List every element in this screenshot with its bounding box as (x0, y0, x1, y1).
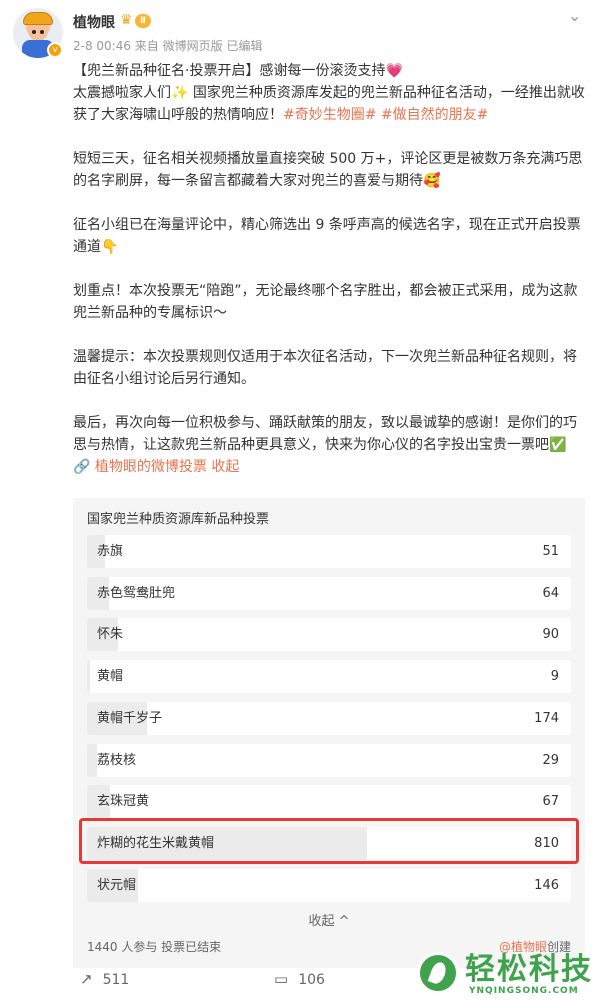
vote-option-count: 67 (542, 794, 559, 810)
post-paragraph: 最后，再次向每一位积极参与、踊跃献策的朋友，致以最诚挚的感谢！是你们的巧思与热情… (73, 412, 588, 456)
share-icon: ↗ (80, 970, 93, 988)
verified-badge-icon: v (47, 42, 63, 58)
vote-option-label: 黄帽 (97, 669, 124, 685)
post-paragraph: 🔗 植物眼的微博投票 收起 (73, 456, 588, 478)
post-paragraph: 短短三天，征名相关视频播放量直接突破 500 万+，评论区更是被数万条充满巧思的… (73, 148, 588, 192)
vote-option[interactable]: 黄帽千岁子 174 (87, 701, 571, 735)
post-paragraph: 温馨提示：本次投票规则仅适用于本次征名活动，下一次兜兰新品种征名规则，将由征名小… (73, 346, 588, 390)
avatar-eye (32, 30, 36, 34)
vote-option-count: 29 (542, 752, 559, 768)
vote-option-count: 174 (534, 710, 559, 726)
vote-option[interactable]: 赤色鸳鸯肚兜 64 (87, 576, 571, 610)
comment-count: 106 (298, 972, 325, 988)
post-text-span: 征名小组已在海量评论中，精心筛选出 9 条呼声高的候选名字，现在正式开启投票通道… (73, 217, 581, 255)
level-badge: Ⅱ (135, 14, 151, 28)
avatar-face (28, 25, 48, 41)
vote-option-count: 9 (550, 669, 559, 685)
highlight-box (79, 818, 579, 864)
vote-option[interactable]: 怀朱 90 (87, 618, 571, 652)
vote-option-bar (87, 660, 91, 694)
vote-option-label: 荔枝核 (97, 752, 137, 768)
vote-option-label: 玄珠冠黄 (97, 794, 150, 810)
comment-button[interactable]: ▭ 106 (274, 970, 325, 988)
vote-option-label: 怀朱 (97, 627, 124, 643)
vote-title: 国家兜兰种质资源库新品种投票 (87, 512, 270, 527)
comment-icon: ▭ (274, 970, 289, 988)
vote-option-label: 赤旗 (97, 544, 124, 559)
vote-option-label: 状元帽 (97, 877, 137, 893)
post-meta: 2-8 00:46 来自 微博网页版 已编辑 (73, 39, 263, 53)
watermark-sub: YNQINGSONG.COM (469, 986, 579, 996)
watermark-text: 轻松科技 (465, 952, 593, 987)
post-text-span: 💗 (385, 63, 403, 79)
post-text: 【兜兰新品种征名·投票开启】感谢每一份滚烫支持💗 太震撼啦家人们✨ 国家兜兰种质资… (73, 60, 588, 478)
hashtag-link[interactable]: #奇妙生物圈# (283, 107, 376, 123)
repost-button[interactable]: ↗ 511 (80, 970, 129, 988)
vote-card: 国家兜兰种质资源库新品种投票 赤旗 51 赤色鸳鸯肚兜 64 怀朱 90 黄帽 9 黄帽千岁子 1… (73, 498, 585, 968)
vote-option-count: 146 (534, 877, 559, 893)
post-paragraph: 征名小组已在海量评论中，精心筛选出 9 条呼声高的候选名字，现在正式开启投票通道… (73, 214, 588, 258)
vote-option-label: 黄帽千岁子 (97, 710, 163, 726)
post-text-span: 最后，再次向每一位积极参与、踊跃献策的朋友，致以最诚挚的感谢！是你们的巧思与热情… (73, 415, 577, 453)
post-text-span: 【兜兰新品种征名·投票开启】感谢每一份滚烫支持 (73, 63, 386, 79)
avatar-hat (23, 12, 53, 25)
vote-option-count: 90 (542, 627, 559, 643)
vote-option[interactable]: 赤旗 51 (87, 535, 571, 568)
post-text-span: 短短三天，征名相关视频播放量直接突破 500 万+，评论区更是被数万条充满巧思的… (73, 151, 583, 189)
post-paragraph: 划重点！本次投票无“陪跑”，无论最终哪个名字胜出，都会被正式采用，成为这款兜兰新… (73, 280, 588, 324)
chevron-down-icon[interactable]: ⌄ (568, 6, 581, 25)
avatar-eye (40, 30, 44, 34)
vote-option-bar (87, 743, 98, 777)
vote-option[interactable]: 黄帽 9 (87, 660, 571, 694)
collapse-button[interactable]: 收起 ^ (73, 910, 585, 929)
watermark-logo-icon (417, 952, 459, 994)
post-paragraph: 太震撼啦家人们✨ 国家兜兰种质资源库发起的兜兰新品种征名活动，一经推出就收获了大… (73, 82, 588, 126)
hashtag-link[interactable]: #做自然的朋友# (381, 107, 488, 123)
vote-option[interactable]: 状元帽 146 (87, 868, 571, 902)
vote-link[interactable]: 🔗 植物眼的微博投票 收起 (73, 459, 239, 475)
vote-option-count: 51 (542, 544, 559, 559)
post-text-span: 温馨提示：本次投票规则仅适用于本次征名活动，下一次兜兰新品种征名规则，将由征名小… (73, 349, 577, 387)
repost-count: 511 (102, 972, 130, 988)
vote-option[interactable]: 荔枝核 29 (87, 743, 571, 777)
crown-icon: ♛ (120, 12, 133, 28)
post-text-span: 划重点！本次投票无“陪跑”，无论最终哪个名字胜出，都会被正式采用，成为这款兜兰新… (73, 283, 578, 321)
vote-option-label: 赤色鸳鸯肚兜 (97, 585, 176, 601)
vote-stats: 1440 人参与 投票已结束 (87, 940, 222, 954)
vote-option[interactable]: 玄珠冠黄 67 (87, 785, 571, 819)
post-paragraph: 【兜兰新品种征名·投票开启】感谢每一份滚烫支持💗 (73, 60, 588, 82)
username[interactable]: 植物眼 (73, 12, 115, 32)
vote-option-count: 64 (542, 585, 559, 601)
watermark: 轻松科技 YNQINGSONG.COM (413, 950, 600, 1000)
